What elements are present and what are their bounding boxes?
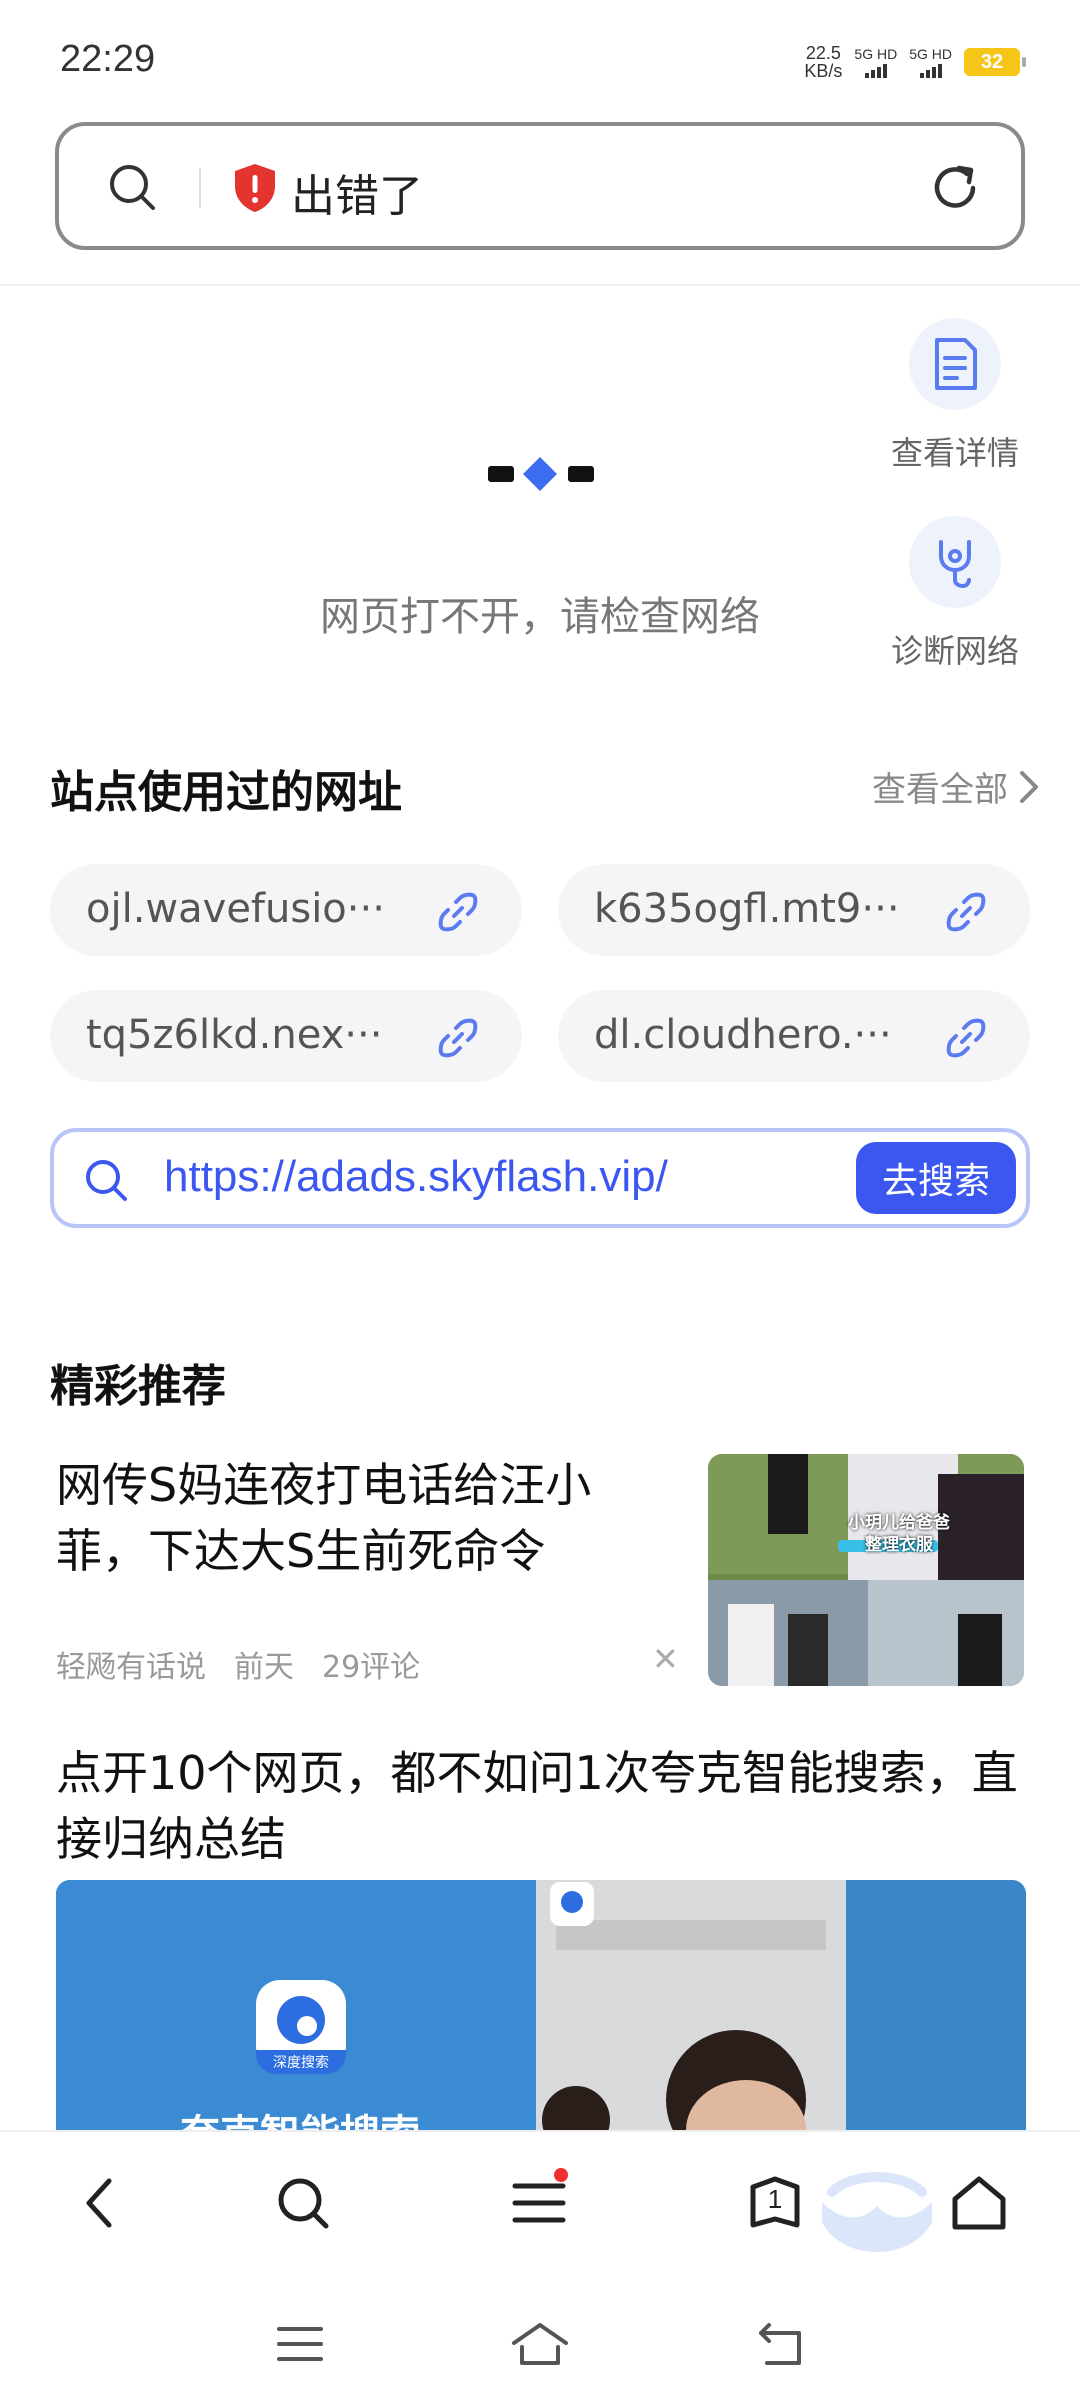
back-icon: [86, 2178, 112, 2228]
used-url-text: tq5z6lkd.nex···: [86, 1012, 383, 1058]
link-icon: [946, 1018, 986, 1058]
page-title[interactable]: 出错了: [291, 160, 423, 224]
thumbnail-caption: 小玥儿给爸爸整理衣服: [848, 1513, 950, 1555]
view-all-label: 查看全部: [872, 770, 1008, 810]
system-home-button[interactable]: [510, 2316, 570, 2372]
article-meta: 轻飏有话说 前天 29评论: [56, 1642, 420, 1686]
system-back-icon: [759, 2323, 801, 2365]
view-details-label: 查看详情: [890, 434, 1019, 472]
loading-indicator-icon: [488, 457, 594, 491]
chevron-right-icon: [1020, 770, 1038, 803]
used-url-chip[interactable]: ojl.wavefusio···: [50, 864, 522, 956]
address-divider: [199, 168, 201, 208]
document-icon: [909, 318, 1001, 410]
system-nav-bar: [0, 2270, 1080, 2408]
menu-button[interactable]: [504, 2168, 574, 2238]
feed-title: 精彩推荐: [50, 1361, 226, 1412]
search-icon: [278, 2178, 329, 2229]
sim1-signal-icon: 5G HD: [854, 46, 897, 78]
link-icon: [946, 892, 986, 932]
used-url-text: ojl.wavefusio···: [86, 886, 385, 932]
article-comments: 29评论: [322, 1650, 421, 1685]
article-time: 前天: [234, 1650, 294, 1685]
shield-alert-icon[interactable]: [231, 162, 279, 214]
system-home-icon: [512, 2323, 568, 2365]
home-button[interactable]: [944, 2168, 1014, 2238]
link-icon: [438, 1018, 478, 1058]
search-icon: [86, 1160, 127, 1201]
search-icon[interactable]: [107, 162, 157, 212]
back-button[interactable]: [64, 2168, 134, 2238]
link-icon: [438, 892, 478, 932]
recents-button[interactable]: [270, 2316, 330, 2372]
view-all-link[interactable]: 查看全部: [872, 762, 1040, 811]
sim2-signal-icon: 5G HD: [909, 46, 952, 78]
system-back-button[interactable]: [752, 2316, 812, 2372]
status-indicators: 22.5 KB/s 5G HD 5G HD 32: [804, 43, 1026, 81]
notification-dot: [554, 2168, 568, 2182]
diagnose-network-label: 诊断网络: [890, 632, 1019, 670]
used-url-chip[interactable]: k635ogfl.mt9···: [558, 864, 1030, 956]
battery-icon: 32: [964, 48, 1026, 76]
menu-icon: [512, 2183, 566, 2223]
used-url-text: dl.cloudhero.···: [594, 1012, 892, 1058]
article-thumbnail[interactable]: 小玥儿给爸爸整理衣服: [708, 1454, 1024, 1686]
article-source: 轻飏有话说: [56, 1650, 206, 1685]
header-divider: [0, 284, 1080, 286]
used-url-chip[interactable]: dl.cloudhero.···: [558, 990, 1030, 1082]
banner-caption: 深度搜索: [256, 2050, 346, 2074]
status-time: 22:29: [60, 38, 156, 80]
search-input[interactable]: https://adads.skyflash.vip/: [164, 1152, 668, 1202]
refresh-icon[interactable]: [929, 162, 981, 214]
used-urls-title: 站点使用过的网址: [50, 767, 402, 818]
bottom-toolbar: 1: [0, 2130, 1080, 2270]
view-details-button[interactable]: 查看详情: [880, 318, 1030, 474]
diagnose-network-button[interactable]: 诊断网络: [880, 516, 1030, 672]
stethoscope-icon: [909, 516, 1001, 608]
search-button[interactable]: [268, 2168, 338, 2238]
tabs-button[interactable]: 1: [740, 2168, 810, 2238]
home-icon: [952, 2176, 1006, 2230]
dismiss-article-icon[interactable]: ✕: [652, 1640, 679, 1678]
used-url-chip[interactable]: tq5z6lkd.nex···: [50, 990, 522, 1082]
status-bar: 22:29 22.5 KB/s 5G HD 5G HD 32: [0, 0, 1080, 110]
address-bar[interactable]: 出错了: [55, 122, 1025, 250]
mascot-icon[interactable]: [812, 2162, 942, 2272]
search-box[interactable]: https://adads.skyflash.vip/ 去搜索: [50, 1128, 1030, 1228]
tab-count: 1: [767, 2184, 783, 2214]
banner-text: 夸克智能搜索: [180, 2102, 420, 2130]
recents-icon: [277, 2327, 323, 2361]
network-speed: 22.5 KB/s: [804, 43, 843, 81]
article-banner[interactable]: 深度搜索 夸克智能搜索: [56, 1880, 1026, 2130]
search-button[interactable]: 去搜索: [856, 1142, 1016, 1214]
article-title[interactable]: 点开10个网页，都不如问1次夸克智能搜索，直接归纳总结: [56, 1740, 1026, 1872]
used-url-text: k635ogfl.mt9···: [594, 886, 900, 932]
article-title[interactable]: 网传S妈连夜打电话给汪小菲，下达大S生前死命令: [56, 1452, 656, 1584]
